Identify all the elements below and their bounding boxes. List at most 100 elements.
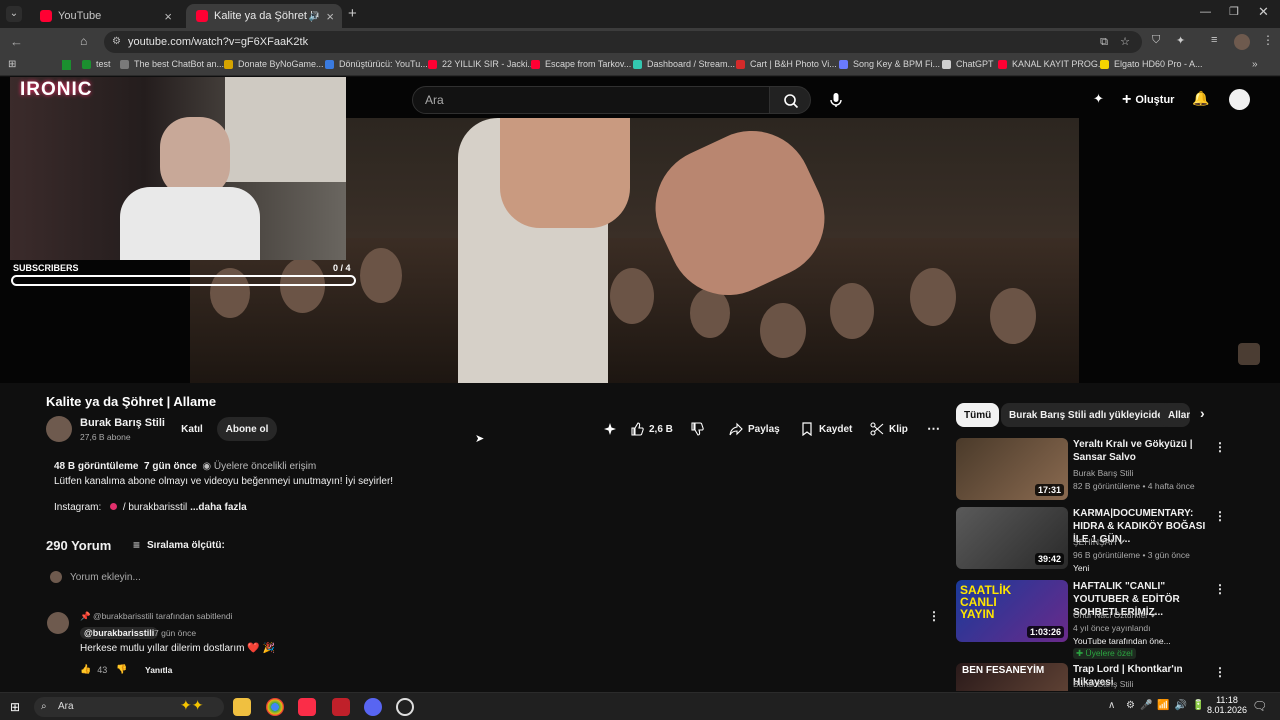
tray-icons[interactable]: ⚙🎤📶🔊🔋 (1126, 700, 1210, 711)
chrome-menu-icon[interactable]: ⋮ (1262, 33, 1274, 47)
video-thumbnail[interactable]: 17:31 (956, 438, 1068, 500)
comment-menu-icon[interactable]: ⋮ (928, 609, 940, 623)
comment-avatar[interactable] (47, 612, 69, 634)
clip-button[interactable]: Klip (870, 417, 908, 441)
chrome-icon[interactable] (266, 698, 284, 716)
chip-all[interactable]: Tümü (956, 403, 1000, 427)
more-bookmarks-icon[interactable]: » (1252, 59, 1258, 70)
bookmark-item[interactable]: Elgato HD60 Pro - A... (1100, 59, 1203, 69)
bookmark-item[interactable]: KANAL KAYIT PROG... (998, 59, 1105, 69)
comment-author[interactable]: @burakbarisstili (80, 627, 159, 639)
windows-start-icon[interactable]: ⊞ (10, 700, 20, 714)
bookmark-item[interactable]: 22 YILLIK SIR - Jacki... (428, 59, 535, 69)
video-editor-icon[interactable] (332, 698, 350, 716)
video-thumbnail[interactable]: BEN FESANEYİM (956, 663, 1068, 691)
account-avatar[interactable] (1229, 89, 1250, 110)
dislike-button[interactable] (690, 417, 709, 441)
subscribe-button[interactable]: Abone ol (217, 417, 277, 441)
create-button[interactable]: + Oluştur (1122, 91, 1174, 109)
music-app-icon[interactable] (298, 698, 316, 716)
tab-youtube[interactable]: YouTube × (30, 4, 180, 28)
bookmark-item[interactable]: Escape from Tarkov... (531, 59, 631, 69)
video-channel[interactable]: Burak Barış Stili (1073, 679, 1133, 689)
share-button[interactable]: Paylaş (729, 417, 780, 441)
bookmark-item[interactable]: The best ChatBot an... (120, 59, 224, 69)
video-duration: 17:31 (1034, 484, 1064, 496)
more-actions-icon[interactable]: ⋯ (927, 417, 940, 441)
back-button[interactable]: ← (10, 34, 23, 49)
shield-icon[interactable]: ⛉ (1152, 34, 1160, 47)
video-title[interactable]: Yeraltı Kralı ve Gökyüzü | Sansar Salvo (1073, 438, 1213, 464)
channel-name[interactable]: Burak Barış Stili (80, 417, 165, 429)
install-app-icon[interactable]: ⧉ (1100, 31, 1108, 53)
bookmark-item[interactable]: Song Key & BPM Fi... (839, 59, 940, 69)
recommendation-item[interactable]: 17:31 Yeraltı Kralı ve Gökyüzü | Sansar … (956, 438, 1236, 500)
voice-search-button[interactable] (822, 86, 850, 114)
bookmark-item[interactable]: Dashboard / Stream... (633, 59, 735, 69)
restore-button[interactable]: ❐ (1229, 5, 1239, 18)
comment-dislike-icon[interactable]: 👎 (116, 664, 127, 675)
discord-icon[interactable] (364, 698, 382, 716)
bookmark-item[interactable]: Cart | B&H Photo Vi... (736, 59, 837, 69)
channel-avatar[interactable] (46, 416, 72, 442)
ai-ask-button[interactable] (603, 417, 622, 441)
bookmark-item[interactable]: Donate ByNoGame... (224, 59, 324, 69)
video-thumbnail[interactable]: 39:42 (956, 507, 1068, 569)
tab-search-button[interactable]: ⌄ (6, 6, 22, 22)
new-tab-button[interactable]: + (348, 5, 357, 22)
video-channel[interactable]: ŞEHİNŞAH ✔ (1073, 537, 1126, 548)
site-info-icon[interactable]: ⚙ (112, 31, 121, 53)
clock[interactable]: 11:18 8.01.2026 (1207, 695, 1247, 715)
taskbar-search[interactable]: ⌕ Ara ✦✦ (34, 697, 224, 717)
bookmark-star-icon[interactable]: ☆ (1120, 31, 1130, 53)
bookmark-k-icon[interactable] (62, 60, 71, 70)
bookmark-item[interactable]: Dönüştürücü: YouTu... (325, 59, 428, 69)
chevron-right-icon[interactable]: › (1200, 405, 1205, 421)
obs-icon[interactable] (396, 698, 414, 716)
video-menu-icon[interactable]: ⋮ (1214, 509, 1226, 523)
recommendation-item[interactable]: SAATLİK CANLI YAYIN 1:03:26 HAFTALIK "CA… (956, 580, 1236, 659)
address-bar[interactable]: ⚙ youtube.com/watch?v=gF6XFaaK2tk ⧉ ☆ (104, 31, 1142, 53)
search-button[interactable] (769, 86, 811, 114)
instagram-link[interactable]: / burakbarisstil (123, 502, 187, 513)
close-tab-icon[interactable]: × (326, 9, 334, 24)
search-input[interactable]: Ara (412, 86, 770, 114)
minimize-button[interactable]: — (1200, 6, 1211, 18)
apps-grid-icon[interactable]: ⊞ (8, 59, 16, 70)
join-button[interactable]: Katıl (172, 417, 212, 441)
file-explorer-icon[interactable] (233, 698, 251, 716)
video-menu-icon[interactable]: ⋮ (1214, 440, 1226, 454)
audio-playing-icon[interactable]: 🔊 (309, 11, 320, 22)
bookmark-item[interactable]: ChatGPT (942, 59, 994, 69)
add-comment-input[interactable]: Yorum ekleyin... (70, 572, 141, 583)
show-more-button[interactable]: ...daha fazla (190, 502, 247, 513)
reply-button[interactable]: Yanıtla (145, 665, 172, 675)
recommendation-item[interactable]: 39:42 KARMA|DOCUMENTARY: HIDRA & KADIKÖY… (956, 507, 1236, 573)
bookmark-item[interactable]: test (82, 59, 111, 69)
video-menu-icon[interactable]: ⋮ (1214, 665, 1226, 679)
video-channel[interactable]: Burak Barış Stili (1073, 468, 1133, 478)
video-thumbnail[interactable]: SAATLİK CANLI YAYIN 1:03:26 (956, 580, 1068, 642)
media-control-icon[interactable]: ≡ (1211, 34, 1217, 46)
profile-avatar[interactable] (1234, 34, 1250, 50)
description-box[interactable]: 48 B görüntüleme 7 gün önce ◉ Üyelere ön… (46, 455, 936, 525)
close-window-button[interactable]: ✕ (1258, 4, 1269, 20)
close-tab-icon[interactable]: × (164, 9, 172, 24)
home-button[interactable]: ⌂ (80, 34, 87, 48)
recommendation-item[interactable]: BEN FESANEYİM Trap Lord | Khontkar'ın Hi… (956, 663, 1236, 691)
video-menu-icon[interactable]: ⋮ (1214, 582, 1226, 596)
tray-chevron-icon[interactable]: ∧ (1108, 700, 1115, 711)
notifications-bell-icon[interactable]: 🔔 (1192, 90, 1209, 107)
chip-uploader[interactable]: Burak Barış Stili adlı yükleyiciden (1001, 403, 1178, 427)
user-avatar (50, 571, 62, 583)
sort-button[interactable]: ≡ Sıralama ölçütü: (133, 538, 225, 552)
like-button[interactable]: 2,6 B (630, 417, 673, 441)
chip-related[interactable]: Allam (1160, 403, 1190, 427)
save-button[interactable]: Kaydet (800, 417, 852, 441)
video-channel[interactable]: Onur Naci Öztürkler ✔ (1073, 610, 1158, 621)
comment-like-button[interactable]: 👍 43 (80, 664, 107, 675)
tab-video[interactable]: Kalite ya da Şöhret | Allame 🔊 × (186, 4, 342, 28)
extensions-icon[interactable]: ✦ (1176, 34, 1185, 47)
sparkle-icon[interactable]: ✦ (1093, 91, 1104, 107)
notification-center-icon[interactable]: 🗨 (1252, 699, 1267, 713)
